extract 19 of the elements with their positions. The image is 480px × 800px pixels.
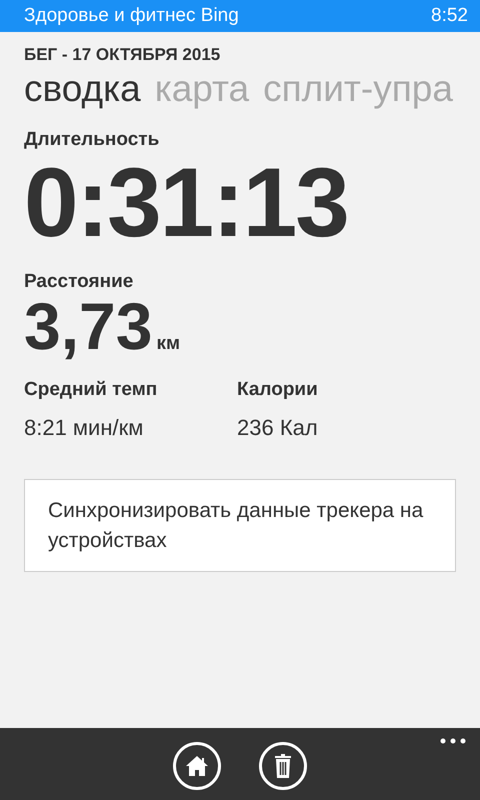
delete-button[interactable] bbox=[259, 742, 307, 790]
home-button[interactable] bbox=[173, 742, 221, 790]
activity-header: БЕГ - 17 ОКТЯБРЯ 2015 bbox=[24, 45, 222, 65]
more-icon[interactable] bbox=[440, 738, 466, 744]
pivot-tab[interactable]: сводка bbox=[24, 67, 141, 112]
app-title: Здоровье и фитнес Bing bbox=[24, 5, 239, 27]
clock: 8:52 bbox=[431, 5, 468, 27]
distance-unit: км bbox=[156, 333, 180, 356]
home-icon bbox=[185, 755, 209, 777]
trash-icon bbox=[274, 754, 292, 778]
stat-value: 236 Кал bbox=[237, 415, 319, 442]
duration-value: 0:31:13 bbox=[24, 153, 349, 252]
distance-label: Расстояние bbox=[24, 271, 134, 294]
duration-label: Длительность bbox=[24, 129, 160, 152]
stat-value: 8:21 мин/км bbox=[24, 415, 144, 442]
stat-label: Калории bbox=[237, 379, 319, 402]
stat-label: Средний темп bbox=[24, 379, 158, 402]
sync-button[interactable]: Синхронизировать данные трекера на устройствах bbox=[24, 479, 456, 572]
distance-value: 3,73 bbox=[24, 293, 152, 360]
